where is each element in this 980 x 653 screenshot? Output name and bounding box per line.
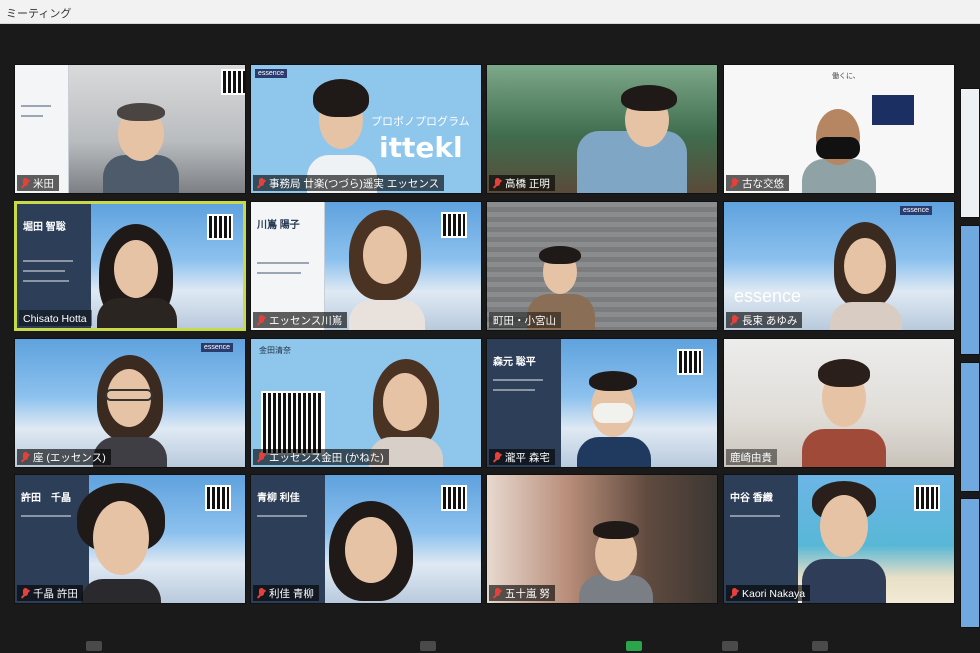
participant-name-label: 五十嵐 努 — [489, 585, 555, 601]
participant-name-label: Chisato Hotta — [19, 310, 92, 326]
qr-code-icon — [205, 485, 231, 511]
business-card: 青柳 利佳 — [251, 475, 325, 603]
participant-name-label: 事務局 廿楽(つづら)遥実 エッセンス — [253, 175, 445, 191]
muted-mic-icon — [21, 178, 30, 189]
participant-name-label: 座 (エッセンス) — [17, 449, 111, 465]
participant-video — [571, 475, 661, 603]
brand-text: ittekl — [379, 131, 463, 164]
qr-code-icon — [441, 485, 467, 511]
participant-video — [569, 339, 659, 467]
logo-chip: essence — [201, 343, 234, 352]
participant-name-label: 鹿崎由貴 — [726, 449, 777, 465]
participant-video — [85, 85, 195, 193]
participant-tile[interactable]: 川嶌 陽子 エッセンス川嶌 — [250, 201, 482, 331]
qr-code-icon — [914, 485, 940, 511]
participant-name-label: 高橋 正明 — [489, 175, 555, 191]
participant-video — [794, 339, 894, 467]
qr-code-icon — [441, 212, 467, 238]
offscreen-participant-tile[interactable] — [960, 498, 980, 628]
participant-tile[interactable]: 森元 聡平 瀧平 森宅 — [486, 338, 718, 468]
participant-tile[interactable]: 許田 千晶 千晶 許田 — [14, 474, 246, 604]
muted-mic-icon — [257, 178, 266, 189]
participant-tile[interactable]: 五十嵐 努 — [486, 474, 718, 604]
participant-tile[interactable]: 高橋 正明 — [486, 64, 718, 194]
participant-name-label: エッセンス川嶌 — [253, 312, 348, 328]
logo-chip: essence — [255, 69, 288, 78]
participant-name-label: エッセンス金田 (かねた) — [253, 449, 389, 465]
participant-name-label: 米田 — [17, 175, 59, 191]
muted-mic-icon — [257, 588, 266, 599]
gallery-grid: 米田 essence プロボノプログラム ittekl 事務局 廿楽(つづら)遥… — [14, 64, 980, 629]
participant-tile[interactable]: 青柳 利佳 利佳 青柳 — [250, 474, 482, 604]
muted-mic-icon — [493, 588, 502, 599]
participant-tile[interactable]: 米田 — [14, 64, 246, 194]
share-screen-button[interactable] — [626, 641, 642, 651]
participant-tile[interactable]: essence プロボノプログラム ittekl 事務局 廿楽(つづら)遥実 エ… — [250, 64, 482, 194]
card-name: 川嶌 陽子 — [257, 220, 300, 231]
participant-video — [87, 204, 187, 328]
mute-button[interactable] — [86, 641, 102, 651]
muted-mic-icon — [730, 588, 739, 599]
participant-name-label: Kaori Nakaya — [726, 585, 811, 601]
participant-video — [335, 202, 435, 330]
muted-mic-icon — [730, 315, 739, 326]
muted-mic-icon — [21, 588, 30, 599]
brand-text: essence — [734, 286, 802, 306]
card-name: 森元 聡平 — [493, 357, 536, 368]
card-name: 許田 千晶 — [21, 493, 71, 504]
muted-mic-icon — [493, 452, 502, 463]
reactions-button[interactable] — [812, 641, 828, 651]
participant-tile[interactable]: essence essence 長束 あゆみ — [723, 201, 955, 331]
muted-mic-icon — [257, 452, 266, 463]
qr-code-icon — [207, 214, 233, 240]
participant-tile[interactable]: 鹿崎由貴 — [723, 338, 955, 468]
card-name: 青柳 利佳 — [257, 493, 300, 504]
participant-name-label: 町田・小宮山 — [489, 312, 561, 328]
participant-name-label: 利佳 青柳 — [253, 585, 319, 601]
participant-name-label: 長束 あゆみ — [726, 312, 803, 328]
offscreen-participant-tile[interactable] — [960, 88, 980, 218]
business-card — [15, 65, 69, 193]
window-title: ミーティング — [6, 8, 72, 20]
card-name: 中谷 香織 — [730, 493, 773, 504]
participant-video — [71, 475, 171, 603]
participant-video — [567, 65, 707, 193]
participant-tile[interactable]: 金田清奈 エッセンス金田 (かねた) — [250, 338, 482, 468]
muted-mic-icon — [493, 178, 502, 189]
participants-button[interactable] — [420, 641, 436, 651]
muted-mic-icon — [257, 315, 266, 326]
participant-tile-active-speaker[interactable]: 堀田 智聡 Chisato Hotta — [14, 201, 246, 331]
qr-code-icon — [677, 349, 703, 375]
business-card: 森元 聡平 — [487, 339, 561, 467]
meeting-toolbar — [0, 638, 980, 653]
business-card: 川嶌 陽子 — [251, 202, 325, 330]
card-name: 金田清奈 — [259, 346, 291, 355]
muted-mic-icon — [730, 178, 739, 189]
qr-code-icon — [261, 391, 325, 455]
participant-video — [321, 475, 421, 603]
muted-mic-icon — [21, 452, 30, 463]
participant-tile[interactable]: 中谷 香織 Kaori Nakaya — [723, 474, 955, 604]
participant-name-label: 古な交悠 — [726, 175, 789, 191]
participant-video — [820, 202, 910, 330]
participant-tile[interactable]: 働くに、 古な交悠 — [723, 64, 955, 194]
offscreen-participant-tile[interactable] — [960, 362, 980, 492]
participant-name-label: 瀧平 森宅 — [489, 449, 555, 465]
participant-tile[interactable]: 町田・小宮山 — [486, 201, 718, 331]
participant-video — [794, 65, 884, 193]
participant-tile[interactable]: essence 座 (エッセンス) — [14, 338, 246, 468]
participant-name-label: 千晶 許田 — [17, 585, 83, 601]
offscreen-participant-tile[interactable] — [960, 225, 980, 355]
qr-code-icon — [221, 69, 245, 95]
record-button[interactable] — [722, 641, 738, 651]
business-card: 中谷 香織 — [724, 475, 798, 603]
card-name: 堀田 智聡 — [23, 222, 66, 233]
window-titlebar: ミーティング — [0, 0, 980, 24]
